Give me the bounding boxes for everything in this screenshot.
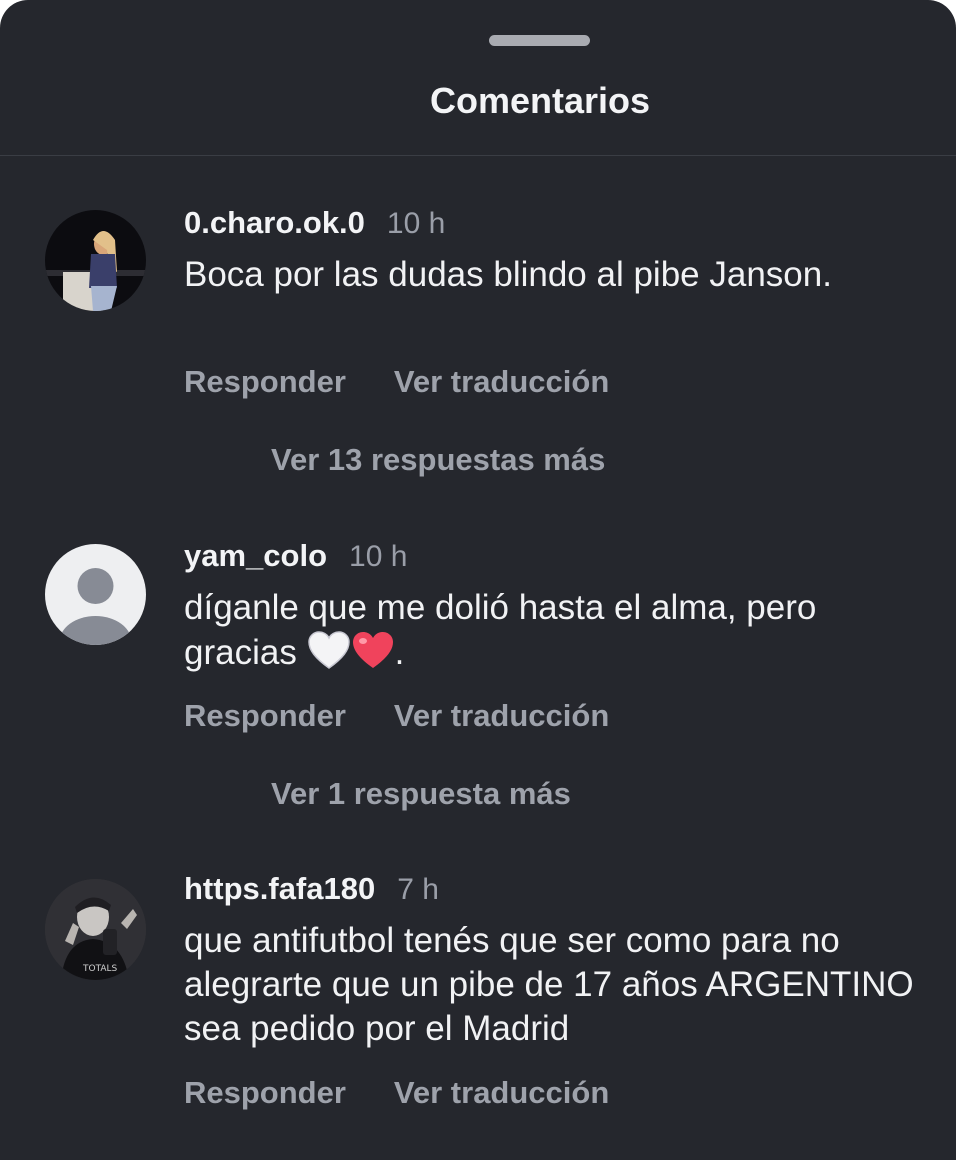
sheet-title: Comentarios (429, 80, 651, 121)
comment-text: que antifutbol tenés que ser como para n… (184, 921, 914, 1048)
reply-button[interactable]: Responder (184, 696, 346, 736)
comment-text-end: . (394, 633, 405, 672)
svg-text:TOTALS: TOTALS (82, 964, 118, 974)
profile-photo: TOTALS (45, 879, 146, 980)
comment-actions: Responder Ver traducción (184, 696, 609, 736)
comment-actions: Responder Ver traducción (184, 1073, 609, 1113)
timestamp: 10 h (386, 207, 446, 240)
avatar[interactable] (45, 210, 146, 311)
default-avatar-icon (45, 544, 146, 645)
white-heart-icon (307, 630, 351, 681)
avatar[interactable]: TOTALS (45, 879, 146, 980)
view-more-replies-button[interactable]: Ver 1 respuesta más (271, 774, 571, 814)
header-divider (0, 155, 956, 156)
comment-meta: https.fafa180 7 h (184, 871, 439, 911)
view-more-replies-button[interactable]: Ver 13 respuestas más (271, 440, 605, 480)
comment-meta: yam_colo 10 h (184, 538, 407, 578)
red-heart-icon (351, 630, 395, 681)
username[interactable]: yam_colo (184, 538, 327, 574)
translate-button[interactable]: Ver traducción (394, 696, 609, 736)
profile-photo (45, 210, 146, 311)
comment-actions: Responder Ver traducción (184, 362, 609, 402)
avatar[interactable] (45, 544, 146, 645)
username[interactable]: 0.charo.ok.0 (184, 205, 365, 241)
comment-meta: 0.charo.ok.0 10 h (184, 205, 445, 245)
comment-text: díganle que me dolió hasta el alma, pero… (184, 586, 924, 681)
drag-handle[interactable] (489, 35, 590, 46)
username[interactable]: https.fafa180 (184, 871, 375, 907)
comments-sheet: Comentarios 0.charo.ok.0 10 h Boca por l… (0, 0, 956, 1160)
timestamp: 10 h (349, 540, 408, 573)
translate-button[interactable]: Ver traducción (394, 362, 609, 402)
timestamp: 7 h (397, 873, 439, 906)
translate-button[interactable]: Ver traducción (394, 1073, 609, 1113)
reply-button[interactable]: Responder (184, 362, 346, 402)
comment-text-body: díganle que me dolió hasta el alma, pero… (184, 588, 817, 672)
comment-text: Boca por las dudas blindo al pibe Janson… (184, 255, 832, 294)
reply-button[interactable]: Responder (184, 1073, 346, 1113)
